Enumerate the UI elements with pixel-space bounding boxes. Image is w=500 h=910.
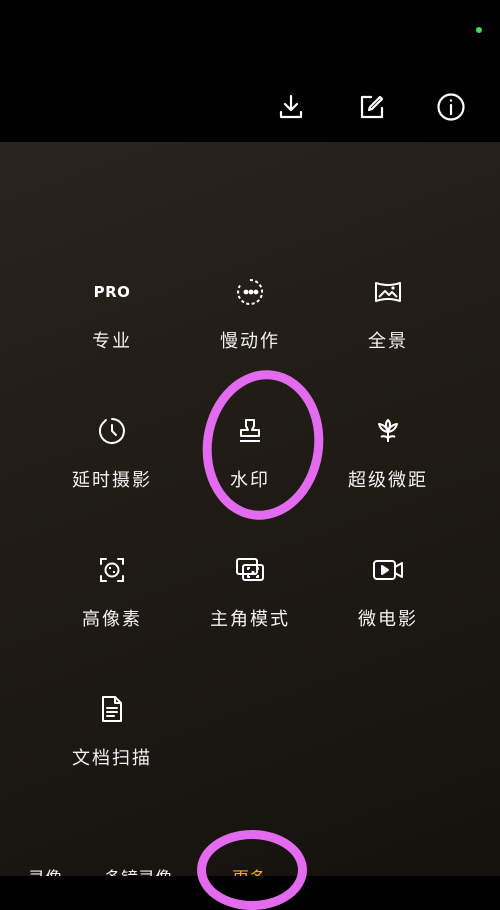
mode-document-scan[interactable]: 文档扫描	[42, 692, 182, 792]
mode-micro-movie[interactable]: 微电影	[318, 553, 458, 653]
mode-label: 慢动作	[220, 331, 280, 352]
mode-label: 延时摄影	[72, 470, 152, 491]
timelapse-icon	[95, 414, 129, 448]
mode-panorama[interactable]: 全景	[318, 275, 458, 375]
macro-flower-icon	[371, 414, 405, 448]
more-modes-panel: PRO 专业 慢动作 全景 延时摄影 水印 超级微距 高像素 主角模式 微电影 …	[0, 142, 500, 876]
mode-tab-multi-video[interactable]: 多镜录像	[104, 864, 172, 876]
document-scan-icon	[95, 692, 129, 726]
mode-tab-video[interactable]: 录像	[28, 864, 62, 876]
info-icon[interactable]	[436, 92, 466, 122]
status-indicator-dot	[476, 27, 482, 33]
mode-pro[interactable]: PRO 专业	[42, 275, 182, 375]
mode-timelapse[interactable]: 延时摄影	[42, 414, 182, 514]
high-resolution-icon	[95, 553, 129, 587]
protagonist-mode-icon	[233, 553, 267, 587]
slow-motion-icon	[233, 275, 267, 309]
mode-label: 微电影	[358, 609, 418, 630]
edit-icon[interactable]	[357, 92, 387, 122]
pro-badge-icon: PRO	[93, 275, 131, 309]
micro-movie-icon	[371, 553, 405, 587]
mode-high-resolution[interactable]: 高像素	[42, 553, 182, 653]
mode-label: 主角模式	[210, 609, 290, 630]
pro-badge-text: PRO	[93, 283, 131, 301]
mode-super-macro[interactable]: 超级微距	[318, 414, 458, 514]
panorama-icon	[371, 275, 405, 309]
mode-label: 专业	[92, 331, 132, 352]
download-icon[interactable]	[276, 92, 306, 122]
mode-label: 超级微距	[348, 470, 428, 491]
mode-protagonist[interactable]: 主角模式	[180, 553, 320, 653]
mode-label: 全景	[368, 331, 408, 352]
top-bar	[0, 0, 500, 142]
mode-label: 文档扫描	[72, 748, 152, 769]
mode-slow-motion[interactable]: 慢动作	[180, 275, 320, 375]
highlight-circle-more	[197, 830, 307, 910]
mode-label: 高像素	[82, 609, 142, 630]
